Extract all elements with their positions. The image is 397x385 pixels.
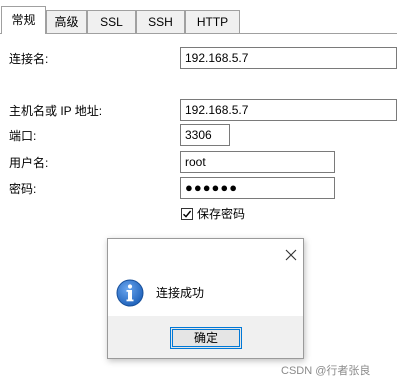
message-dialog: 连接成功 确定	[107, 238, 304, 359]
tab-http[interactable]: HTTP	[185, 10, 240, 33]
dialog-message: 连接成功	[156, 286, 205, 300]
connection-name-label: 连接名:	[9, 52, 49, 66]
port-label: 端口:	[9, 129, 37, 143]
connection-name-field[interactable]: 192.168.5.7	[180, 47, 397, 69]
tab-general[interactable]: 常规	[1, 6, 46, 34]
ok-button[interactable]: 确定	[170, 327, 242, 349]
password-label: 密码:	[9, 182, 37, 196]
tab-advanced[interactable]: 高级	[46, 10, 87, 33]
tab-ssl[interactable]: SSL	[87, 10, 136, 33]
username-field[interactable]: root	[180, 151, 335, 173]
tab-divider	[0, 33, 397, 34]
password-field[interactable]: ●●●●●●	[180, 177, 335, 199]
host-field[interactable]: 192.168.5.7	[180, 99, 397, 121]
info-icon	[116, 279, 144, 307]
save-password-checkbox[interactable]	[181, 208, 193, 220]
username-label: 用户名:	[9, 156, 49, 170]
save-password-label[interactable]: 保存密码	[197, 206, 245, 222]
tab-strip: 常规 高级 SSL SSH HTTP	[0, 0, 397, 34]
host-label: 主机名或 IP 地址:	[9, 104, 103, 118]
checkmark-icon	[183, 210, 192, 218]
port-field[interactable]: 3306	[180, 124, 230, 146]
tab-ssh[interactable]: SSH	[136, 10, 185, 33]
close-icon[interactable]	[284, 248, 298, 262]
watermark: CSDN @行者张良	[281, 365, 371, 377]
